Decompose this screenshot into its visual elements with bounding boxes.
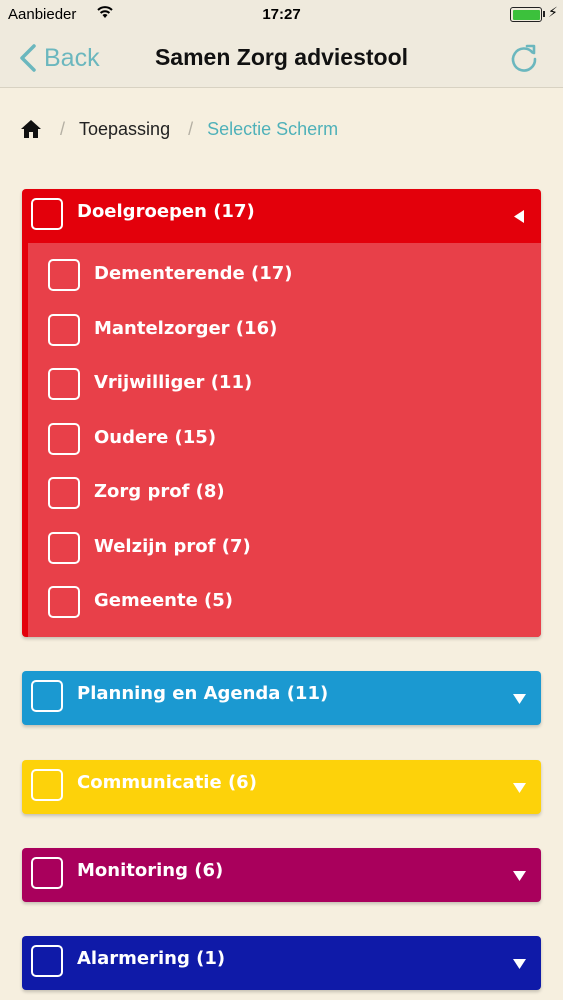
category-header-alarmering[interactable]: Alarmering (1): [22, 936, 541, 990]
breadcrumb-item-current: Selectie Scherm: [207, 118, 339, 139]
category-checkbox[interactable]: [31, 857, 63, 889]
category-label: Alarmering (1): [77, 948, 226, 969]
item-checkbox[interactable]: [48, 314, 80, 346]
item-checkbox[interactable]: [48, 368, 80, 400]
category-label: Planning en Agenda (11): [77, 683, 329, 704]
charging-bolt-icon: ⚡: [548, 4, 558, 20]
status-bar: Aanbieder 17:27 ⚡: [0, 0, 563, 30]
category-panel-planning[interactable]: Planning en Agenda (11): [22, 671, 541, 725]
clock: 17:27: [262, 6, 301, 23]
breadcrumb-separator: /: [188, 118, 194, 139]
expand-arrow-icon: [513, 783, 526, 793]
category-header-planning[interactable]: Planning en Agenda (11): [22, 671, 541, 725]
item-label: Zorg prof (8): [94, 481, 225, 502]
item-checkbox[interactable]: [48, 586, 80, 618]
item-label: Oudere (15): [94, 427, 217, 448]
breadcrumb-separator: /: [60, 118, 66, 139]
battery-tip: [543, 11, 545, 17]
expand-arrow-icon: [513, 694, 526, 704]
category-panel-communicatie[interactable]: Communicatie (6): [22, 760, 541, 814]
item-label: Vrijwilliger (11): [94, 372, 253, 393]
category-checkbox[interactable]: [31, 198, 63, 230]
item-checkbox[interactable]: [48, 259, 80, 291]
item-checkbox[interactable]: [48, 423, 80, 455]
category-label: Monitoring (6): [77, 860, 224, 881]
expand-arrow-icon: [513, 871, 526, 881]
category-checkbox[interactable]: [31, 680, 63, 712]
item-checkbox[interactable]: [48, 477, 80, 509]
category-panel-monitoring[interactable]: Monitoring (6): [22, 848, 541, 902]
category-checkbox[interactable]: [31, 945, 63, 977]
category-header-doelgroepen[interactable]: Doelgroepen (17): [22, 189, 541, 243]
breadcrumb: / Toepassing / Selectie Scherm: [20, 116, 338, 142]
item-checkbox[interactable]: [48, 532, 80, 564]
item-label: Gemeente (5): [94, 590, 234, 611]
expand-arrow-icon: [513, 959, 526, 969]
category-label: Communicatie (6): [77, 772, 257, 793]
item-label: Welzijn prof (7): [94, 536, 251, 557]
item-label: Mantelzorger (16): [94, 318, 278, 339]
navigation-bar: Back Samen Zorg adviestool: [0, 30, 563, 88]
category-header-communicatie[interactable]: Communicatie (6): [22, 760, 541, 814]
category-checkbox[interactable]: [31, 769, 63, 801]
category-items: Dementerende (17) Mantelzorger (16) Vrij…: [28, 243, 541, 637]
refresh-icon[interactable]: [508, 42, 540, 74]
category-panel-alarmering[interactable]: Alarmering (1): [22, 936, 541, 990]
category-header-monitoring[interactable]: Monitoring (6): [22, 848, 541, 902]
category-label: Doelgroepen (17): [77, 201, 255, 222]
battery-icon: [510, 7, 542, 22]
page-title: Samen Zorg adviestool: [154, 44, 409, 70]
category-panel-doelgroepen: Doelgroepen (17) Dementerende (17) Mante…: [22, 189, 541, 637]
collapse-arrow-icon: [514, 210, 524, 223]
item-label: Dementerende (17): [94, 263, 293, 284]
breadcrumb-item-toepassing[interactable]: Toepassing: [79, 119, 170, 140]
home-icon[interactable]: [20, 118, 42, 140]
